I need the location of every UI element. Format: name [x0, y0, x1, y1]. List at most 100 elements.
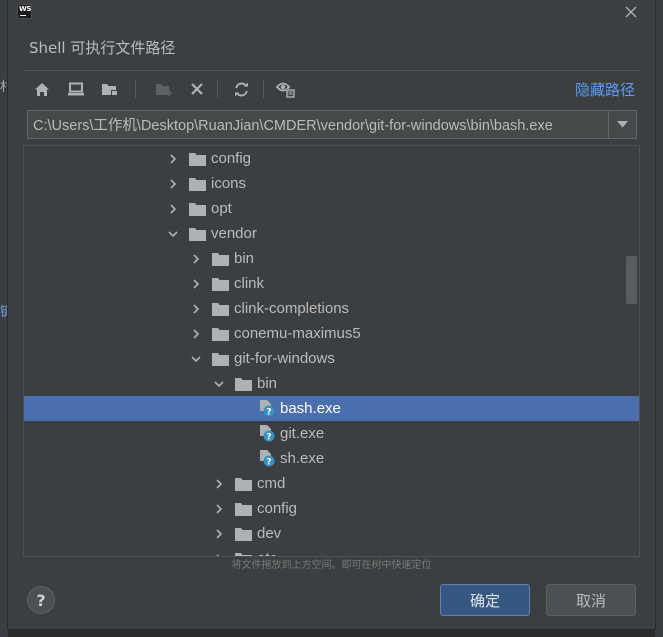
toolbar-separator [135, 80, 136, 98]
tree-folder-row[interactable]: cmd [24, 471, 639, 496]
chevron-right-icon[interactable] [190, 278, 202, 290]
tree-item-label: clink [234, 275, 265, 292]
path-history-dropdown[interactable] [608, 111, 636, 138]
close-button[interactable] [623, 5, 639, 21]
folder-icon [212, 276, 229, 291]
tree-item-label: config [257, 500, 298, 517]
path-input[interactable] [28, 111, 608, 138]
folder-icon [235, 476, 252, 491]
tree-folder-row[interactable]: config [24, 496, 639, 521]
tree-file-row[interactable]: ? sh.exe [24, 446, 639, 471]
desktop-button[interactable] [65, 78, 87, 100]
svg-text:?: ? [266, 458, 271, 468]
drag-drop-hint: 将文件拖放到上方空间。即可在树中快速定位 [231, 560, 432, 571]
tree-item-label: clink-completions [234, 300, 350, 317]
svg-text:?: ? [266, 408, 271, 418]
file-tree[interactable]: config icons opt vendor bin clink clink-comple… [23, 145, 640, 557]
tree-folder-row[interactable]: vendor [24, 221, 639, 246]
chevron-right-icon[interactable] [167, 203, 179, 215]
chevron-down-icon[interactable] [190, 353, 202, 365]
logo-text: WS [19, 5, 32, 13]
tree-item-label: conemu-maximus5 [234, 325, 361, 342]
help-button[interactable]: ? [27, 586, 55, 614]
new-folder-icon [156, 83, 172, 96]
tree-item-label: bin [234, 250, 255, 267]
toolbar: 隐藏路径 [23, 74, 643, 102]
webstorm-logo-icon: WS [17, 4, 32, 19]
hide-path-link[interactable]: 隐藏路径 [575, 79, 635, 100]
tree-item-label: config [211, 150, 252, 167]
ok-button[interactable]: 确定 [440, 584, 530, 616]
folder-icon [235, 526, 252, 541]
tree-folder-row[interactable]: clink-completions [24, 296, 639, 321]
chevron-right-icon[interactable] [213, 478, 225, 490]
folder-icon [189, 176, 206, 191]
show-hidden-icon [276, 82, 295, 98]
folder-icon [235, 376, 252, 391]
refresh-button[interactable] [230, 78, 252, 100]
chevron-right-icon[interactable] [190, 328, 202, 340]
tree-file-row[interactable]: ? git.exe [24, 421, 639, 446]
tree-folder-row[interactable]: opt [24, 196, 639, 221]
folder-icon [189, 226, 206, 241]
delete-button[interactable] [186, 78, 208, 100]
home-button[interactable] [31, 78, 53, 100]
tree-folder-row[interactable]: config [24, 146, 639, 171]
toolbar-separator [263, 80, 264, 98]
chevron-right-icon[interactable] [190, 303, 202, 315]
tree-folder-row[interactable]: clink [24, 271, 639, 296]
background-right-edge [655, 0, 663, 637]
svg-text:?: ? [266, 433, 271, 443]
tree-item-label: git-for-windows [234, 350, 335, 367]
tree-scrollbar-thumb[interactable] [626, 256, 637, 304]
folder-icon [189, 201, 206, 216]
dialog-title: Shell 可执行文件路径 [29, 39, 176, 57]
chevron-right-icon[interactable] [213, 503, 225, 515]
tree-folder-row[interactable]: bin [24, 371, 639, 396]
path-combobox [27, 110, 637, 139]
show-hidden-button[interactable] [275, 78, 297, 100]
tree-item-label: vendor [211, 225, 257, 242]
project-folder-button[interactable] [99, 78, 121, 100]
tree-item-label: opt [211, 200, 232, 217]
home-icon [35, 82, 49, 96]
shell-path-dialog: WS Shell 可执行文件路径 隐藏路径 C:\Users\工作机\Deskt… [8, 0, 655, 629]
new-folder-button[interactable] [153, 78, 175, 100]
folder-icon [235, 501, 252, 516]
help-icon: ? [36, 590, 46, 610]
chevron-down-icon[interactable] [167, 228, 179, 240]
refresh-icon [234, 82, 248, 96]
tree-item-label: bin [257, 375, 278, 392]
toolbar-separator [217, 80, 218, 98]
desktop-icon [68, 82, 84, 96]
folder-icon [212, 301, 229, 316]
chevron-right-icon[interactable] [190, 253, 202, 265]
chevron-right-icon[interactable] [167, 178, 179, 190]
unknown-file-icon: ? [258, 450, 275, 468]
tree-folder-row[interactable]: conemu-maximus5 [24, 321, 639, 346]
folder-icon [212, 326, 229, 341]
title-divider [23, 70, 640, 71]
chevron-down-icon[interactable] [213, 378, 225, 390]
folder-icon [189, 151, 206, 166]
folder-icon [212, 351, 229, 366]
tree-folder-row[interactable]: dev [24, 521, 639, 546]
tree-item-label: sh.exe [280, 450, 325, 467]
tree-folder-row[interactable]: bin [24, 246, 639, 271]
tree-item-label: git.exe [280, 425, 325, 442]
tree-item-label: dev [257, 525, 282, 542]
chevron-right-icon[interactable] [213, 528, 225, 540]
folder-icon [212, 251, 229, 266]
unknown-file-icon: ? [258, 400, 275, 418]
unknown-file-icon: ? [258, 425, 275, 443]
tree-item-label: bash.exe [280, 400, 341, 417]
chevron-down-icon [617, 121, 628, 128]
cancel-button[interactable]: 取消 [546, 584, 636, 616]
chevron-right-icon[interactable] [167, 153, 179, 165]
tree-file-row[interactable]: ? bash.exe [24, 396, 639, 421]
tree-folder-row[interactable]: git-for-windows [24, 346, 639, 371]
tree-folder-row[interactable]: icons [24, 171, 639, 196]
